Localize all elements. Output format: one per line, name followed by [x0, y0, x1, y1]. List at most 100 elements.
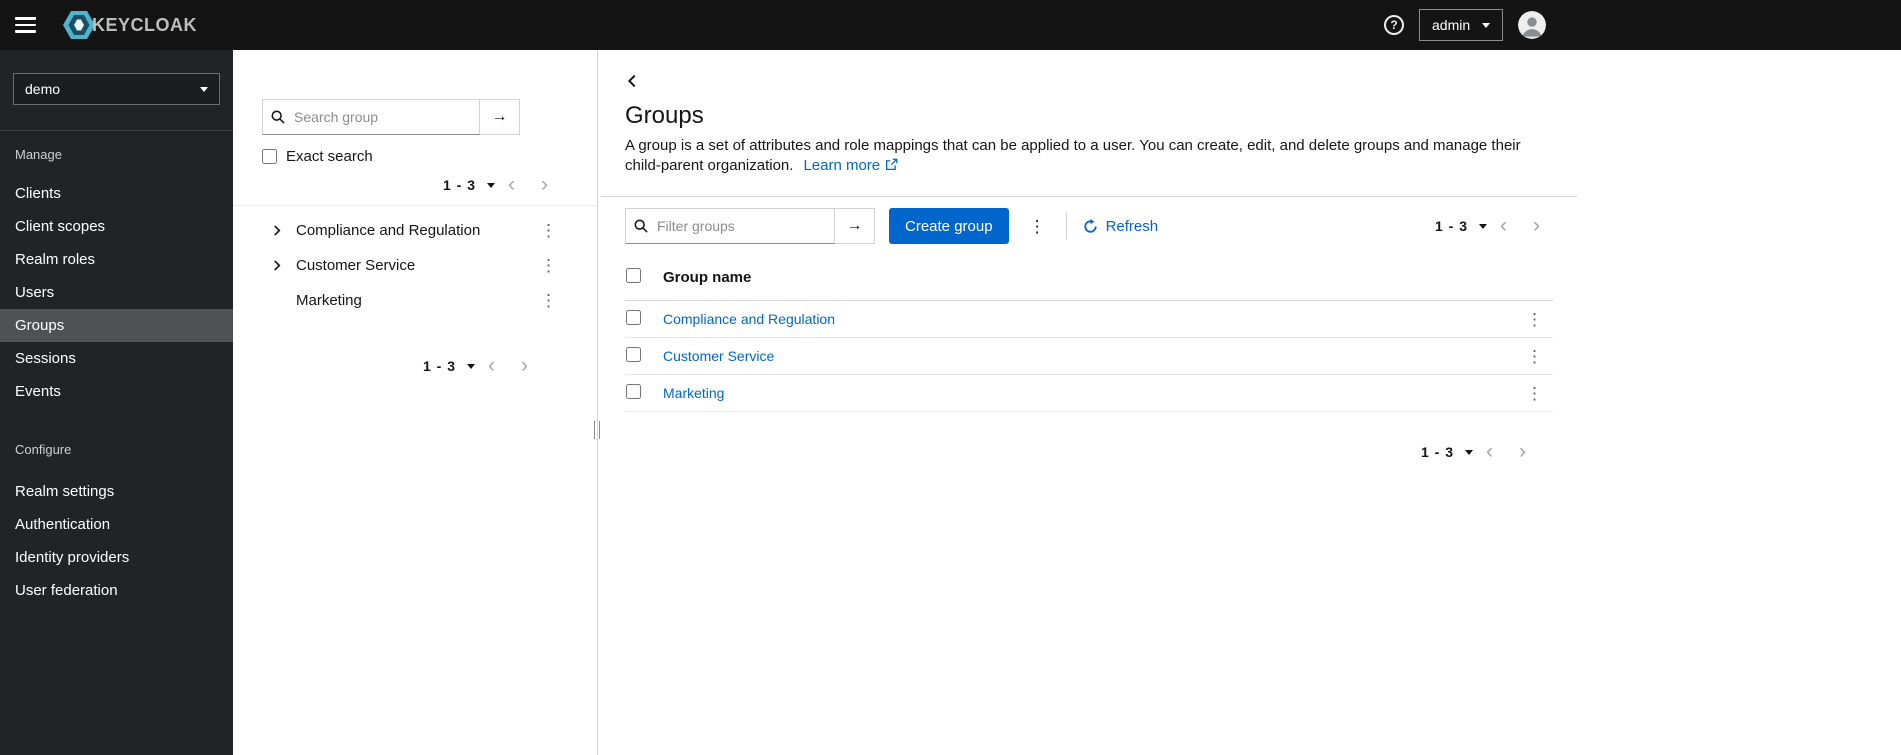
avatar[interactable]: [1518, 11, 1547, 39]
filter-group: →: [625, 208, 875, 244]
sidebar-item-realm-roles[interactable]: Realm roles: [0, 243, 233, 276]
keycloak-logo-icon: [63, 11, 95, 39]
exact-search-control: Exact search: [262, 148, 597, 165]
exact-search-label: Exact search: [286, 148, 373, 165]
sidebar-item-identity-providers[interactable]: Identity providers: [0, 541, 233, 574]
groups-tree-list: Compliance and Regulation ⋮ Customer Ser…: [233, 206, 597, 318]
tree-pagination-bottom: 1 - 3 ‹ ›: [233, 354, 541, 378]
page-description: A group is a set of attributes and role …: [625, 136, 1553, 176]
learn-more-link[interactable]: Learn more: [803, 157, 898, 174]
kebab-menu-icon[interactable]: ⋮: [536, 290, 561, 311]
search-icon: [634, 219, 648, 233]
pagination-range: 1 - 3: [1420, 444, 1454, 460]
pagination-options-toggle[interactable]: [1479, 223, 1487, 229]
tree-item[interactable]: Marketing ⋮: [233, 283, 597, 318]
sidebar-item-user-federation[interactable]: User federation: [0, 574, 233, 607]
pagination-options-toggle[interactable]: [467, 363, 475, 369]
pagination-options-toggle[interactable]: [487, 182, 495, 188]
exact-search-checkbox[interactable]: [262, 149, 277, 164]
group-link[interactable]: Marketing: [663, 385, 724, 401]
row-checkbox[interactable]: [626, 384, 641, 399]
kebab-menu-icon[interactable]: ⋮: [536, 255, 561, 276]
sidebar-item-client-scopes[interactable]: Client scopes: [0, 210, 233, 243]
pagination-options-toggle[interactable]: [1465, 449, 1473, 455]
sidebar-item-sessions[interactable]: Sessions: [0, 342, 233, 375]
masthead: KEYCLOAK ? admin: [0, 0, 1901, 50]
collapse-panel-chevron-left-icon[interactable]: [625, 72, 647, 90]
page-title: Groups: [625, 102, 704, 129]
sidebar-item-groups[interactable]: Groups: [0, 309, 233, 342]
create-group-button[interactable]: Create group: [889, 208, 1009, 244]
pagination-prev-icon[interactable]: ‹: [1473, 441, 1506, 462]
filter-search-box: [625, 208, 835, 244]
table-header-row: Group name: [625, 256, 1553, 301]
table-row: Marketing ⋮: [625, 374, 1553, 412]
pagination-range: 1 - 3: [442, 177, 476, 193]
pagination-prev-icon[interactable]: ‹: [475, 355, 508, 376]
row-kebab-menu-icon[interactable]: ⋮: [1522, 308, 1547, 331]
groups-tree-panel: → Exact search 1 - 3 ‹ › Compliance and …: [233, 50, 598, 755]
chevron-down-icon: [487, 182, 495, 188]
table-row: Compliance and Regulation ⋮: [625, 300, 1553, 338]
search-submit-button[interactable]: →: [480, 99, 520, 135]
panel-resize-handle[interactable]: [594, 421, 600, 439]
keycloak-logo[interactable]: KEYCLOAK: [62, 10, 197, 40]
table-pagination-bottom: 1 - 3 ‹ ›: [625, 440, 1553, 464]
row-checkbox[interactable]: [626, 310, 641, 325]
sidebar-item-users[interactable]: Users: [0, 276, 233, 309]
pagination-next-icon[interactable]: ›: [1520, 215, 1553, 236]
filter-submit-button[interactable]: →: [835, 208, 875, 244]
tree-item-label[interactable]: Compliance and Regulation: [296, 222, 536, 239]
row-kebab-menu-icon[interactable]: ⋮: [1522, 382, 1547, 405]
chevron-down-icon: [1479, 223, 1487, 229]
learn-more-label: Learn more: [803, 157, 881, 174]
filter-groups-input[interactable]: [655, 217, 826, 235]
page-description-text: A group is a set of attributes and role …: [625, 137, 1521, 174]
pagination-prev-icon[interactable]: ‹: [1487, 215, 1520, 236]
expand-chevron-right-icon[interactable]: [272, 260, 296, 271]
select-all-checkbox[interactable]: [626, 268, 641, 283]
group-link[interactable]: Compliance and Regulation: [663, 311, 835, 327]
column-header-group-name[interactable]: Group name: [655, 256, 1514, 301]
chevron-down-icon: [1482, 22, 1491, 28]
sidebar-item-realm-settings[interactable]: Realm settings: [0, 475, 233, 508]
tree-item-label[interactable]: Marketing: [296, 292, 536, 309]
refresh-button[interactable]: Refresh: [1083, 218, 1158, 235]
sidebar-item-events[interactable]: Events: [0, 375, 233, 408]
row-kebab-menu-icon[interactable]: ⋮: [1522, 345, 1547, 368]
pagination-next-icon[interactable]: ›: [508, 355, 541, 376]
realm-selector-dropdown[interactable]: demo: [13, 73, 220, 105]
pagination-next-icon[interactable]: ›: [528, 174, 561, 195]
table-row: Customer Service ⋮: [625, 337, 1553, 375]
user-menu-dropdown[interactable]: admin: [1419, 9, 1504, 41]
expand-chevron-right-icon[interactable]: [272, 225, 296, 236]
chevron-down-icon: [1465, 449, 1473, 455]
toolbar-kebab-menu-icon[interactable]: ⋮: [1025, 216, 1050, 237]
help-icon[interactable]: ?: [1384, 15, 1404, 35]
search-icon: [271, 110, 285, 124]
tree-item[interactable]: Compliance and Regulation ⋮: [233, 213, 597, 248]
group-link[interactable]: Customer Service: [663, 348, 774, 364]
search-group-input[interactable]: [292, 108, 471, 126]
refresh-icon: [1083, 218, 1097, 233]
kebab-menu-icon[interactable]: ⋮: [536, 220, 561, 241]
user-menu-label: admin: [1432, 17, 1471, 33]
groups-table: Group name Compliance and Regulation ⋮ C…: [625, 256, 1553, 412]
pagination-next-icon[interactable]: ›: [1506, 441, 1539, 462]
group-search-box: [262, 99, 480, 135]
sidebar-item-clients[interactable]: Clients: [0, 177, 233, 210]
tree-item[interactable]: Customer Service ⋮: [233, 248, 597, 283]
sidebar-nav: demo Manage Clients Client scopes Realm …: [0, 50, 233, 755]
nav-toggle-hamburger-icon[interactable]: [15, 13, 36, 37]
nav-section-manage: Manage: [15, 147, 62, 162]
table-pagination-top: 1 - 3 ‹ ›: [1435, 214, 1553, 238]
chevron-down-icon: [467, 363, 475, 369]
pagination-prev-icon[interactable]: ‹: [495, 174, 528, 195]
row-checkbox[interactable]: [626, 347, 641, 362]
pagination-range: 1 - 3: [1434, 218, 1468, 234]
sidebar-item-authentication[interactable]: Authentication: [0, 508, 233, 541]
chevron-down-icon: [200, 86, 208, 92]
tree-item-label[interactable]: Customer Service: [296, 257, 536, 274]
tree-pagination-top: 1 - 3 ‹ ›: [262, 173, 561, 197]
group-search-group: →: [262, 99, 520, 135]
